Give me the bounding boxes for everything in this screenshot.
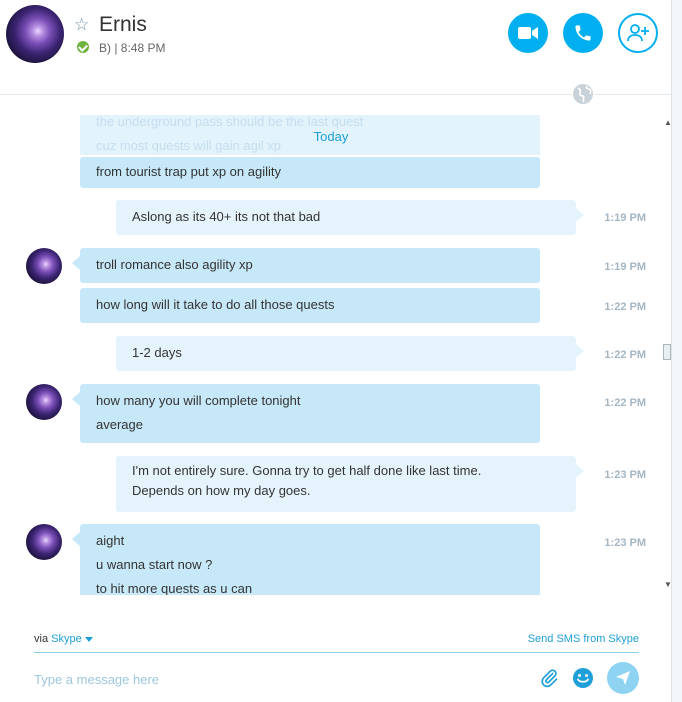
outgoing-message[interactable]: I'm not entirely sure. Gonna try to get … <box>116 456 584 512</box>
message-time: 1:23 PM <box>604 537 646 549</box>
via-service-link[interactable]: Skype <box>51 633 82 645</box>
send-icon <box>616 671 630 685</box>
incoming-message[interactable]: how long will it take to do all those qu… <box>80 288 540 323</box>
window-edge <box>671 0 682 702</box>
send-sms-link[interactable]: Send SMS from Skype <box>528 633 639 645</box>
contact-status: B) | 8:48 PM <box>99 41 166 55</box>
send-button[interactable] <box>607 662 639 694</box>
add-contact-button[interactable] <box>618 13 658 53</box>
scrollbar-thumb[interactable] <box>663 344 671 360</box>
audio-call-button[interactable] <box>563 13 603 53</box>
message-time: 1:22 PM <box>604 301 646 313</box>
incoming-message[interactable]: from tourist trap put xp on agility <box>80 157 540 188</box>
message-input[interactable] <box>34 665 514 693</box>
conversation-header: ☆ Ernis B) | 8:48 PM <box>0 0 671 95</box>
message-text: average <box>96 417 143 432</box>
via-service-selector[interactable]: via Skype <box>34 633 93 645</box>
message-text: to hit more quests as u can <box>96 581 253 595</box>
message-time: 1:23 PM <box>604 469 646 481</box>
faded-message-text: the underground pass should be the last … <box>96 114 364 129</box>
contact-avatar-small[interactable] <box>26 524 62 560</box>
scroll-up-arrow-icon[interactable]: ▲ <box>664 118 672 127</box>
message-text: how long will it take to do all those qu… <box>96 297 335 312</box>
add-contact-icon <box>627 24 649 42</box>
incoming-message[interactable]: how many you will complete tonight avera… <box>72 384 540 443</box>
message-time: 1:19 PM <box>604 212 646 224</box>
incoming-message[interactable]: aight u wanna start now ? to hit more qu… <box>72 524 540 595</box>
message-text: from tourist trap put xp on agility <box>96 164 281 179</box>
outgoing-message[interactable]: Aslong as its 40+ its not that bad <box>116 200 584 235</box>
star-icon[interactable]: ☆ <box>74 15 89 35</box>
video-call-button[interactable] <box>508 13 548 53</box>
video-camera-icon <box>518 27 538 39</box>
message-text: I'm not entirely sure. Gonna try to get … <box>132 463 482 478</box>
chevron-down-icon[interactable] <box>84 636 93 642</box>
contact-avatar-small[interactable] <box>26 384 62 420</box>
scroll-down-arrow-icon[interactable]: ▼ <box>664 580 672 589</box>
message-time: 1:19 PM <box>604 261 646 273</box>
message-time: 1:22 PM <box>604 349 646 361</box>
contact-name[interactable]: Ernis <box>99 13 147 37</box>
paperclip-icon[interactable] <box>537 666 561 690</box>
input-divider <box>34 652 639 653</box>
message-text: 1-2 days <box>132 345 182 360</box>
message-text: u wanna start now ? <box>96 557 213 572</box>
contact-avatar[interactable] <box>6 5 64 63</box>
emoji-icon[interactable] <box>571 666 595 690</box>
outgoing-message[interactable]: 1-2 days <box>116 336 584 371</box>
message-time: 1:22 PM <box>604 397 646 409</box>
message-text: Depends on how my day goes. <box>132 483 311 498</box>
message-text: how many you will complete tonight <box>96 393 301 408</box>
message-list[interactable]: the underground pass should be the last … <box>0 95 662 595</box>
contact-avatar-small[interactable] <box>26 248 62 284</box>
online-check-icon <box>77 41 89 53</box>
message-text: troll romance also agility xp <box>96 257 253 272</box>
message-text: aight <box>96 533 125 548</box>
message-text: Aslong as its 40+ its not that bad <box>132 209 321 224</box>
via-label: via <box>34 633 49 645</box>
incoming-message[interactable]: troll romance also agility xp <box>72 248 540 283</box>
phone-icon <box>575 25 591 41</box>
date-divider: Today <box>313 129 349 144</box>
